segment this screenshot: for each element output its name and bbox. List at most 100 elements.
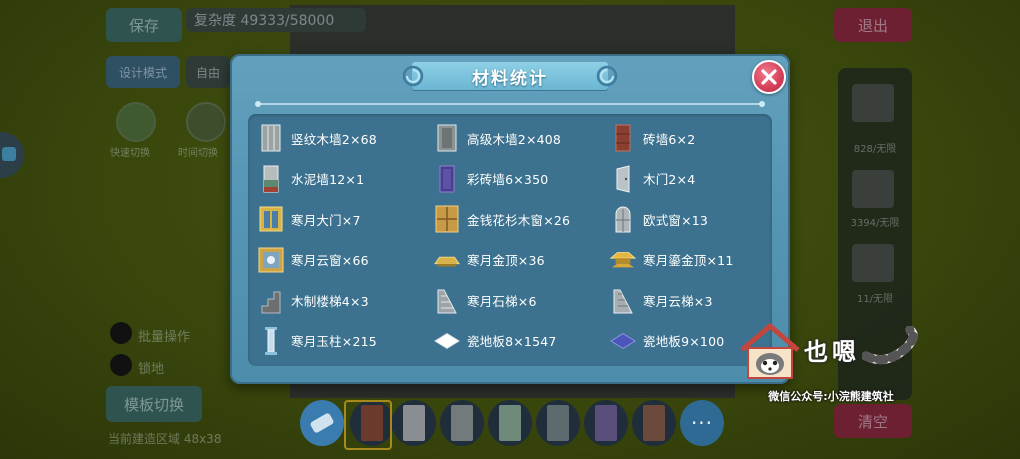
material-item: 水泥墙12×1 [258, 159, 434, 200]
hotbar-slot[interactable] [440, 400, 484, 446]
material-label: 瓷地板9×100 [643, 334, 725, 350]
save-button[interactable]: 保存 [106, 8, 182, 42]
material-label: 彩砖墙6×350 [467, 172, 549, 188]
hotbar-slot[interactable] [536, 400, 580, 446]
hanyue-stone-stairs-icon [434, 285, 460, 315]
advanced-wood-wall-icon [434, 123, 460, 153]
dialog-title-banner: 材料统计 [402, 62, 618, 90]
material-item: 砖墙6×2 [610, 118, 768, 159]
material-item: 寒月金顶×36 [434, 240, 610, 281]
material-item: 寒月云梯×3 [610, 280, 768, 321]
material-label: 寒月云窗×66 [291, 253, 369, 269]
hanyue-cloud-window-icon [258, 245, 284, 275]
eraser-tool[interactable] [300, 400, 344, 446]
vertical-wood-wall-icon [258, 123, 284, 153]
material-stats-dialog: 材料统计 竖纹木墙2×68 高级木墙2×408 砖墙6×2 水泥墙12×1 彩砖… [230, 54, 790, 384]
batch-operation-label: 批量操作 [138, 330, 191, 345]
cement-wall-icon [258, 164, 284, 194]
material-label: 寒月大门×7 [291, 212, 361, 228]
watermark: 也嗯 微信公众号:小浣熊建筑社 [736, 320, 926, 408]
material-item: 寒月石梯×6 [434, 280, 610, 321]
material-label: 寒月玉柱×215 [291, 334, 377, 350]
quick-switch-button[interactable] [116, 102, 156, 142]
design-mode-button[interactable]: 设计模式 [106, 56, 180, 88]
wood-stairs-icon [258, 285, 284, 315]
european-window-icon [610, 204, 636, 234]
material-label: 砖墙6×2 [643, 131, 696, 147]
raccoon-tail-icon [862, 326, 918, 365]
close-icon [761, 69, 777, 85]
material-count: 11/无限 [856, 294, 894, 305]
fir-window-icon [434, 204, 460, 234]
time-switch-button[interactable] [186, 102, 226, 142]
material-item: 高级木墙2×408 [434, 118, 610, 159]
hotbar-slot[interactable] [584, 400, 628, 446]
material-item: 木制楼梯4×3 [258, 280, 434, 321]
material-slot[interactable] [852, 170, 894, 208]
material-slot[interactable] [852, 84, 894, 122]
time-switch-label: 时间切换 [178, 148, 218, 159]
hanyue-cloud-stairs-icon [610, 285, 636, 315]
ground-lock-radio[interactable] [110, 354, 132, 376]
material-count: 828/无限 [853, 144, 897, 155]
hotbar-slot[interactable] [392, 400, 436, 446]
material-label: 金钱花杉木窗×26 [467, 212, 571, 228]
watermark-title: 也嗯 [804, 338, 860, 366]
blue-tile-floor-icon [610, 326, 636, 356]
material-label: 寒月金顶×36 [467, 253, 545, 269]
material-item: 寒月鎏金顶×11 [610, 240, 768, 281]
material-item: 木门2×4 [610, 159, 768, 200]
material-item: 金钱花杉木窗×26 [434, 199, 610, 240]
wood-door-icon [610, 164, 636, 194]
material-count: 3394/无限 [850, 218, 900, 229]
material-item: 寒月大门×7 [258, 199, 434, 240]
complexity-score: 复杂度 49333/58000 [186, 8, 366, 32]
material-item: 寒月玉柱×215 [258, 321, 434, 362]
brick-wall-icon [610, 123, 636, 153]
hotbar-selection [344, 400, 392, 450]
material-label: 木制楼梯4×3 [291, 293, 369, 309]
more-button[interactable]: ··· [680, 400, 724, 446]
material-grid: 竖纹木墙2×68 高级木墙2×408 砖墙6×2 水泥墙12×1 彩砖墙6×35… [258, 118, 768, 361]
swirl-ornament-icon [596, 65, 618, 87]
hotbar-slot[interactable] [488, 400, 532, 446]
batch-operation-radio[interactable] [110, 322, 132, 344]
template-switch-button[interactable]: 模板切换 [106, 386, 202, 422]
material-label: 寒月云梯×3 [643, 293, 713, 309]
eraser-icon [309, 412, 335, 434]
material-label: 寒月石梯×6 [467, 293, 537, 309]
material-item: 寒月云窗×66 [258, 240, 434, 281]
side-tab-icon [2, 147, 16, 161]
material-label: 寒月鎏金顶×11 [643, 253, 734, 269]
material-item: 彩砖墙6×350 [434, 159, 610, 200]
dialog-title: 材料统计 [472, 68, 548, 89]
material-slot[interactable] [852, 244, 894, 282]
close-button[interactable] [752, 60, 786, 94]
hanyue-gold-roof-icon [434, 245, 460, 275]
material-label: 水泥墙12×1 [291, 172, 365, 188]
material-label: 木门2×4 [643, 172, 696, 188]
material-label: 瓷地板8×1547 [467, 334, 557, 350]
free-mode-button[interactable]: 自由 [186, 56, 230, 88]
build-area-label: 当前建造区域 48x38 [108, 432, 222, 446]
material-label: 高级木墙2×408 [467, 131, 562, 147]
hanyue-gilded-roof-icon [610, 245, 636, 275]
color-brick-wall-icon [434, 164, 460, 194]
quick-switch-label: 快速切换 [110, 148, 150, 159]
material-item: 瓷地板8×1547 [434, 321, 610, 362]
hanyue-jade-pillar-icon [258, 326, 284, 356]
hanyue-gate-icon [258, 204, 284, 234]
ground-lock-label: 锁地 [138, 362, 165, 377]
swirl-ornament-icon [402, 65, 424, 87]
material-item: 竖纹木墙2×68 [258, 118, 434, 159]
exit-button[interactable]: 退出 [834, 8, 912, 42]
material-list-panel: 竖纹木墙2×68 高级木墙2×408 砖墙6×2 水泥墙12×1 彩砖墙6×35… [248, 114, 772, 366]
hotbar-slot[interactable] [632, 400, 676, 446]
material-label: 竖纹木墙2×68 [291, 131, 377, 147]
clear-button[interactable]: 清空 [834, 404, 912, 438]
material-label: 欧式窗×13 [643, 212, 709, 228]
raccoon-house-logo-icon [740, 323, 800, 379]
watermark-subtitle: 微信公众号:小浣熊建筑社 [768, 390, 894, 403]
white-tile-floor-icon [434, 326, 460, 356]
material-item: 欧式窗×13 [610, 199, 768, 240]
